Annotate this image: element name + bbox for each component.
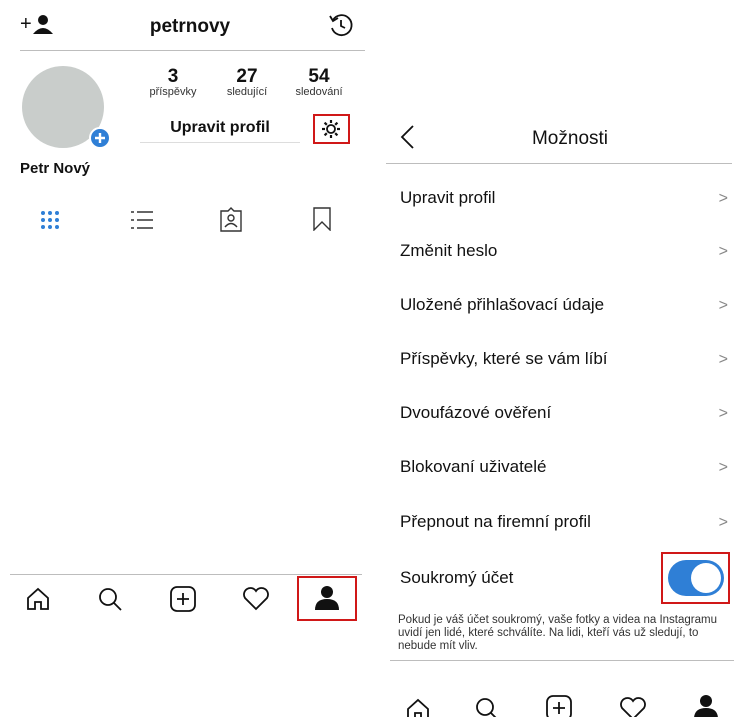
list-icon[interactable] [130,209,154,231]
chevron-right-icon: > [718,514,728,531]
setting-blocked-users[interactable]: Blokovaní uživatelé > [400,449,730,489]
back-icon[interactable] [398,124,418,150]
chevron-right-icon: > [718,243,728,260]
stat-followers-label: sledující [226,86,268,98]
settings-title: Možnosti [531,128,609,149]
add-user-plus: + [20,13,32,35]
setting-change-password[interactable]: Změnit heslo > [400,233,730,273]
add-user-icon[interactable]: + [20,12,54,36]
home-icon[interactable] [25,586,51,612]
search-icon[interactable] [474,696,500,717]
grid-icon[interactable] [39,209,61,231]
profile-screen: + petrnovy Petr Nový 3 příspěvky 27 sled… [0,0,372,717]
profile-username: petrnovy [149,16,231,37]
stat-followers-value: 27 [236,66,258,87]
edit-profile-label: Upravit profil [170,119,270,136]
history-icon[interactable] [328,12,354,38]
setting-label: Změnit heslo [400,241,498,260]
stat-following-value: 54 [308,66,330,87]
stat-posts-value: 3 [167,66,179,87]
home-icon[interactable] [405,697,431,717]
stat-posts-label: příspěvky [149,86,197,98]
setting-edit-profile[interactable]: Upravit profil > [400,180,730,220]
setting-label: Blokovaní uživatelé [400,457,547,476]
chevron-right-icon: > [718,190,728,207]
top-divider [20,50,365,51]
chevron-right-icon: > [718,297,728,314]
stat-following[interactable]: 54 sledování [284,66,354,98]
heart-icon[interactable] [242,587,270,611]
profile-icon[interactable] [693,694,719,717]
private-account-note: Pokud je váš účet soukromý, vaše fotky a… [398,614,717,652]
stat-followers[interactable]: 27 sledující [212,66,282,98]
toggle-knob [691,563,721,593]
bottom-nav-divider [10,574,362,575]
setting-liked-posts[interactable]: Příspěvky, které se vám líbí > [400,341,730,381]
setting-label: Přepnout na firemní profil [400,512,591,531]
settings-bottom-divider [390,660,734,661]
stat-posts[interactable]: 3 příspěvky [138,66,208,98]
heart-icon[interactable] [619,697,647,717]
settings-header-divider [386,163,732,164]
setting-two-factor[interactable]: Dvoufázové ověření > [400,395,730,435]
chevron-right-icon: > [718,351,728,368]
add-story-icon[interactable] [89,127,111,149]
add-post-icon[interactable] [545,694,573,717]
add-post-icon[interactable] [169,585,197,613]
setting-label: Dvoufázové ověření [400,403,552,422]
gear-icon[interactable] [320,118,342,140]
bookmark-icon[interactable] [313,207,331,231]
setting-label: Příspěvky, které se vám líbí [400,349,608,368]
setting-business-profile[interactable]: Přepnout na firemní profil > [400,504,730,544]
chevron-right-icon: > [718,405,728,422]
profile-icon[interactable] [314,585,340,611]
stat-following-label: sledování [295,86,343,98]
private-account-toggle[interactable] [668,560,724,596]
tagged-icon[interactable] [219,207,243,233]
setting-label: Upravit profil [400,188,496,207]
setting-label: Uložené přihlašovací údaje [400,295,605,314]
display-name: Petr Nový [20,160,91,177]
chevron-right-icon: > [718,459,728,476]
edit-profile-button[interactable]: Upravit profil [140,114,300,143]
setting-saved-login[interactable]: Uložené přihlašovací údaje > [400,287,730,327]
search-icon[interactable] [97,586,123,612]
private-account-label: Soukromý účet [400,568,514,587]
